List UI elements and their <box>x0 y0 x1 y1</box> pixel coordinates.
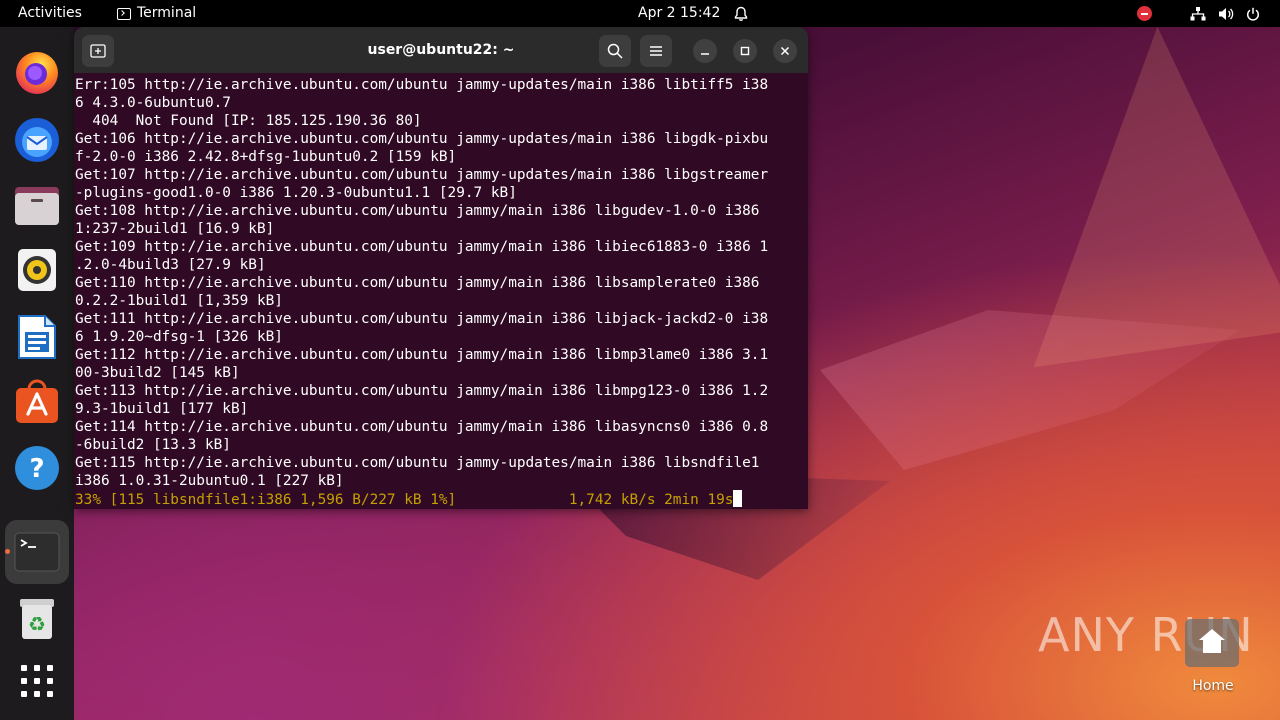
dock-help[interactable]: ? <box>5 436 69 500</box>
activities-button[interactable]: Activities <box>18 0 82 27</box>
terminal-line: Get:111 http://ie.archive.ubuntu.com/ubu… <box>75 311 769 327</box>
svg-text:♻: ♻ <box>28 612 46 636</box>
terminal-icon <box>117 7 131 20</box>
app-menu[interactable]: Terminal <box>117 0 196 27</box>
close-icon <box>780 46 790 56</box>
app-grid-icon <box>21 665 53 697</box>
minimize-icon <box>701 53 709 55</box>
terminal-line: 00-3build2 [145 kB] <box>75 365 240 381</box>
terminal-line: 0.2.2-1build1 [1,359 kB] <box>75 293 283 309</box>
dock-thunderbird[interactable] <box>5 108 69 172</box>
maximize-button[interactable] <box>733 39 757 63</box>
search-button[interactable] <box>599 35 631 67</box>
rhythmbox-icon <box>18 249 56 291</box>
dock-firefox[interactable] <box>5 41 69 105</box>
top-bar: Activities Terminal Apr 2 15:42 <box>0 0 1280 27</box>
terminal-line: Get:113 http://ie.archive.ubuntu.com/ubu… <box>75 383 769 399</box>
close-button[interactable] <box>773 39 797 63</box>
writer-icon <box>18 315 56 359</box>
network-icon <box>1190 6 1206 20</box>
software-store-icon <box>16 379 58 423</box>
dock-rhythmbox[interactable] <box>5 238 69 302</box>
dock: ? ♻ <box>0 27 74 720</box>
dock-trash[interactable]: ♻ <box>5 587 69 651</box>
terminal-line: .2.0-4build3 [27.9 kB] <box>75 257 266 273</box>
terminal-icon <box>14 532 60 572</box>
terminal-line: i386 1.0.31-2ubuntu0.1 [227 kB] <box>75 473 344 489</box>
terminal-window[interactable]: user@ubuntu22: ~ Err:105 http://ie.archi… <box>74 27 808 509</box>
terminal-line: Err:105 http://ie.archive.ubuntu.com/ubu… <box>75 77 769 93</box>
terminal-text: Err:105 http://ie.archive.ubuntu.com/ubu… <box>75 76 768 509</box>
text-cursor <box>733 490 743 507</box>
home-folder-label[interactable]: Home <box>1170 678 1256 694</box>
thunderbird-icon <box>15 118 59 162</box>
maximize-icon <box>740 46 750 56</box>
terminal-line: Get:112 http://ie.archive.ubuntu.com/ubu… <box>75 347 769 363</box>
trash-icon: ♻ <box>20 599 54 639</box>
terminal-line: 404 Not Found [IP: 185.125.190.36 80] <box>92 113 422 129</box>
svg-text:?: ? <box>29 454 44 484</box>
dock-show-applications[interactable] <box>5 649 69 713</box>
volume-icon <box>1219 7 1234 20</box>
terminal-line: -6build2 [13.3 kB] <box>75 437 231 453</box>
menu-button[interactable] <box>640 35 672 67</box>
terminal-output[interactable]: Err:105 http://ie.archive.ubuntu.com/ubu… <box>74 73 808 509</box>
terminal-line: Get:110 http://ie.archive.ubuntu.com/ubu… <box>75 275 760 291</box>
terminal-line: 1:237-2build1 [16.9 kB] <box>75 221 275 237</box>
terminal-line: 6 1.9.20~dfsg-1 [326 kB] <box>75 329 283 345</box>
do-not-disturb-icon[interactable] <box>1137 6 1152 21</box>
terminal-headerbar[interactable]: user@ubuntu22: ~ <box>74 27 808 73</box>
home-folder-icon[interactable] <box>1183 617 1241 669</box>
dock-ubuntu-software[interactable] <box>5 370 69 434</box>
terminal-line: Get:114 http://ie.archive.ubuntu.com/ubu… <box>75 419 769 435</box>
dock-files[interactable] <box>5 174 69 238</box>
help-icon: ? <box>15 446 59 490</box>
terminal-line: Get:109 http://ie.archive.ubuntu.com/ubu… <box>75 239 769 255</box>
dock-libreoffice-writer[interactable] <box>5 305 69 369</box>
power-icon <box>1246 7 1260 21</box>
terminal-line: 9.3-1build1 [177 kB] <box>75 401 249 417</box>
terminal-line: Get:106 http://ie.archive.ubuntu.com/ubu… <box>75 131 769 147</box>
terminal-line: Get:108 http://ie.archive.ubuntu.com/ubu… <box>75 203 760 219</box>
system-tray[interactable] <box>1137 0 1260 27</box>
terminal-line: 6 4.3.0-6ubuntu0.7 <box>75 95 231 111</box>
files-icon <box>15 187 59 225</box>
terminal-line: f-2.0-0 i386 2.42.8+dfsg-1ubuntu0.2 [159… <box>75 149 457 165</box>
dock-terminal[interactable] <box>5 520 69 584</box>
terminal-line: -plugins-good1.0-0 i386 1.20.3-0ubuntu1.… <box>75 185 517 201</box>
hamburger-menu-icon <box>650 46 662 56</box>
firefox-icon <box>16 52 58 94</box>
notification-bell-icon[interactable] <box>733 5 749 22</box>
clock[interactable]: Apr 2 15:42 <box>638 0 720 27</box>
download-status-line: 33% [115 libsndfile1:i386 1,596 B/227 kB… <box>75 492 734 508</box>
terminal-line: Get:107 http://ie.archive.ubuntu.com/ubu… <box>75 167 769 183</box>
terminal-line: Get:115 http://ie.archive.ubuntu.com/ubu… <box>75 455 760 471</box>
minimize-button[interactable] <box>693 39 717 63</box>
search-icon <box>607 43 623 59</box>
app-menu-label: Terminal <box>137 5 197 21</box>
